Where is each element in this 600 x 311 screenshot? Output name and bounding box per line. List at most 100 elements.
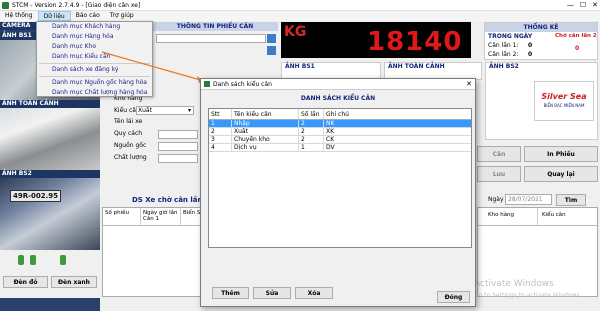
kieu-can-value: Xuất [138, 107, 152, 114]
date-value: 28/07/2021 [508, 196, 543, 203]
menu-bao-cao[interactable]: Báo cáo [71, 11, 105, 21]
title-bar: STCM - Version 2.7.4.9 - [Giao diện cân … [0, 0, 600, 11]
date-picker[interactable]: 28/07/2021 [505, 194, 552, 205]
grid-col-so-lan[interactable]: Số lần [299, 109, 324, 119]
maximize-button[interactable]: ☐ [580, 1, 586, 9]
image-toan-canh-label: ẢNH TOÀN CẢNH [388, 63, 445, 70]
cell-ten: Xuất [232, 128, 299, 135]
cell-so-lan: 2 [299, 128, 324, 135]
stats-can-lan-2-label: Cân lần 2: [488, 51, 519, 58]
activation-watermark: Activate Windows [474, 279, 554, 289]
window-title: STCM - Version 2.7.4.9 - [Giao diện cân … [12, 1, 141, 9]
dialog-title: Danh sách kiểu cân [213, 80, 272, 88]
dong-button[interactable]: Đóng [437, 291, 470, 303]
close-button[interactable]: ✕ [592, 1, 598, 9]
table-row[interactable]: 2 Xuất 2 XK [209, 128, 471, 136]
green-light-button[interactable]: Đèn xanh [51, 276, 97, 288]
grid-col-stt[interactable]: Stt [209, 109, 232, 119]
table-row[interactable]: 4 Dịch vụ 1 DV [209, 144, 471, 152]
luu-button[interactable]: Lưu [477, 166, 521, 182]
label-quy-cach: Quy cách [114, 130, 143, 137]
cell-ten: Chuyển kho [232, 136, 299, 143]
grid-col-ten[interactable]: Tên kiểu cân [232, 109, 299, 119]
cell-stt: 3 [209, 136, 232, 143]
cell-ghi-chu: DV [326, 144, 335, 151]
activation-watermark-sub: Go to Settings to activate Windows. [474, 292, 582, 299]
dialog-close-icon[interactable]: ✕ [466, 80, 472, 88]
chat-luong-input[interactable] [158, 154, 198, 163]
cell-so-lan: 1 [299, 144, 324, 151]
minimize-button[interactable]: — [567, 1, 574, 9]
sua-button[interactable]: Sửa [253, 287, 291, 299]
cell-stt: 2 [209, 128, 232, 135]
stats-today-label: TRONG NGÀY [488, 33, 533, 40]
company-logo: Silver Sea BIỂN BẠC MIỀN NAM [534, 81, 594, 121]
history-col-header[interactable]: Kiểu cân [538, 208, 593, 225]
cell-ten: Nhập [232, 120, 299, 127]
grid-col-ghi-chu[interactable]: Ghi chú [324, 109, 470, 119]
refresh-icon[interactable] [267, 34, 276, 43]
stats-header: THỐNG KÊ [485, 23, 597, 32]
menu-item-khach-hang[interactable]: Danh mục Khách hàng [37, 22, 152, 32]
menu-item-hang-hoa[interactable]: Danh mục Hàng hóa [37, 32, 152, 42]
menu-bar: Hệ thống Dữ liệu Báo cáo Trợ giúp [0, 11, 600, 21]
quy-cach-input[interactable] [158, 130, 198, 139]
menu-du-lieu[interactable]: Dữ liệu [37, 11, 71, 21]
menu-tro-giup[interactable]: Trợ giúp [105, 11, 139, 21]
camera-toan-canh-view [0, 108, 100, 170]
license-plate: 49R-002.95 [10, 190, 62, 202]
logo-name: Silver Sea [541, 92, 587, 101]
weight-unit: KG [284, 24, 307, 40]
cell-stt: 4 [209, 144, 232, 151]
stats-can-lan-1-value: 0 [528, 42, 533, 49]
stats-can-lan-1-label: Cân lần 1: [488, 42, 519, 49]
them-button[interactable]: Thêm [212, 287, 249, 299]
in-phieu-button[interactable]: In Phiếu [524, 146, 598, 162]
cell-so-lan: 2 [299, 136, 324, 143]
label-nguon-goc: Nguồn gốc [114, 142, 147, 149]
dialog-app-icon [204, 81, 210, 87]
cell-ghi-chu: CK [326, 136, 335, 143]
cell-ghi-chu: XK [326, 128, 335, 135]
camera-toan-canh-label: ẢNH TOÀN CẢNH [0, 100, 100, 108]
xoa-button[interactable]: Xóa [295, 287, 333, 299]
camera-bs2-label: ẢNH BS2 [0, 170, 100, 178]
traffic-light-icon [30, 255, 36, 265]
table-row[interactable]: 1 Nhập 2 NK [209, 120, 471, 128]
logo-tagline: BIỂN BẠC MIỀN NAM [543, 103, 585, 108]
quay-lai-button[interactable]: Quay lại [524, 166, 598, 182]
kieu-can-grid: Stt Tên kiểu cân Số lần Ghi chú 1 Nhập 2… [208, 108, 472, 248]
table-row[interactable]: 3 Chuyển kho 2 CK [209, 136, 471, 144]
form-field-top[interactable] [156, 34, 266, 43]
date-label: Ngày [488, 196, 504, 203]
label-ten-lai-xe: Tên lái xe [114, 118, 143, 125]
grid-header-row: Stt Tên kiểu cân Số lần Ghi chú [209, 109, 471, 120]
kieu-can-select[interactable]: Xuất ▾ [136, 106, 194, 115]
chevron-down-icon: ▾ [187, 107, 191, 114]
app-icon [2, 1, 9, 9]
stats-waiting-label: Chờ cân lần 2 [555, 33, 597, 39]
traffic-light-icon [18, 255, 24, 265]
stats-waiting-value: 0 [575, 45, 580, 52]
kieu-can-dialog: Danh sách kiểu cân ✕ DANH SÁCH KIỂU CÂN … [200, 78, 476, 307]
label-chat-luong: Chất lượng [114, 154, 147, 161]
cell-ten: Dịch vụ [232, 144, 299, 151]
stats-can-lan-2-value: 0 [528, 51, 533, 58]
cell-so-lan: 2 [299, 120, 324, 127]
dialog-heading: DANH SÁCH KIỂU CÂN [300, 95, 376, 102]
image-bs1-label: ẢNH BS1 [285, 63, 315, 70]
light-panel: Đèn đỏ Đèn xanh [0, 250, 100, 298]
menu-he-thong[interactable]: Hệ thống [0, 11, 38, 21]
camera-bs2-view: 49R-002.95 [0, 178, 100, 250]
tim-button[interactable]: Tìm [556, 194, 586, 206]
waiting-col-header[interactable]: Số phiếu [103, 208, 141, 225]
stats-panel: THỐNG KÊ TRONG NGÀY Chờ cân lần 2 Cân lầ… [484, 22, 598, 60]
nguon-goc-input[interactable] [158, 142, 198, 151]
waiting-col-header[interactable]: Ngày giờ lần Cân 1 [141, 208, 181, 225]
can-button[interactable]: Cân [477, 146, 521, 162]
image-bs2-label: ẢNH BS2 [489, 63, 519, 70]
history-col-header[interactable]: Kho hàng [478, 208, 538, 225]
arrow-icon[interactable] [267, 46, 276, 55]
cell-stt: 1 [209, 120, 232, 127]
red-light-button[interactable]: Đèn đỏ [3, 276, 48, 288]
